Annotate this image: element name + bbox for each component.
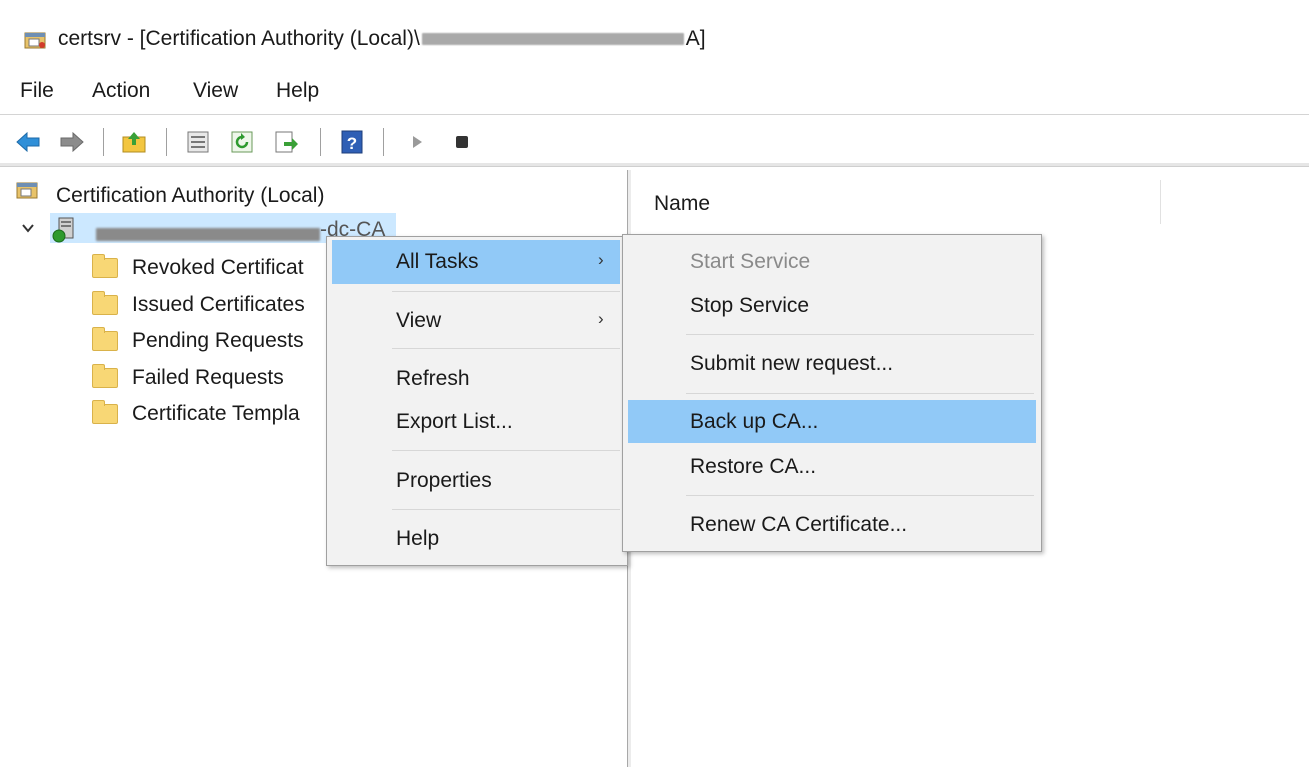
menu-item-help[interactable]: Help	[396, 527, 439, 551]
menu-separator	[686, 334, 1034, 335]
folder-icon	[92, 291, 118, 315]
menu-separator	[392, 348, 620, 349]
list-header	[640, 180, 1309, 226]
tree-root-label[interactable]: Certification Authority (Local)	[56, 184, 324, 208]
context-menu	[326, 236, 628, 566]
chevron-down-icon[interactable]	[20, 220, 36, 236]
window-title-suffix: A]	[685, 27, 706, 50]
toolbar-divider	[0, 163, 1309, 167]
refresh-icon[interactable]	[228, 128, 256, 156]
window-title: certsrv - [Certification Authority (Loca…	[58, 27, 706, 51]
menu-item-refresh[interactable]: Refresh	[396, 367, 470, 391]
redacted-text	[421, 33, 684, 46]
export-list-icon[interactable]	[272, 128, 300, 156]
certsrv-app-icon	[24, 32, 46, 49]
submenu-item-start-service[interactable]: Start Service	[690, 250, 810, 274]
toolbar-separator	[103, 128, 104, 156]
show-hide-tree-icon[interactable]	[184, 128, 212, 156]
forward-arrow-icon[interactable]	[58, 128, 86, 156]
folder-icon	[92, 400, 118, 424]
menu-item-all-tasks[interactable]: All Tasks	[396, 250, 478, 274]
toolbar-separator	[320, 128, 321, 156]
folder-icon	[92, 364, 118, 388]
menu-view[interactable]: View	[193, 79, 238, 103]
tree-item-issued-certificates[interactable]: Issued Certificates	[132, 293, 305, 317]
tree-item-revoked-certificates[interactable]: Revoked Certificat	[132, 256, 304, 280]
column-separator[interactable]	[1160, 180, 1161, 224]
menu-separator	[686, 393, 1034, 394]
ca-server-icon	[52, 217, 74, 243]
up-folder-icon[interactable]	[120, 128, 148, 156]
menu-action[interactable]: Action	[92, 79, 150, 103]
menu-separator	[392, 291, 620, 292]
tree-item-failed-requests[interactable]: Failed Requests	[132, 366, 284, 390]
submenu-arrow-icon: ›	[598, 309, 604, 328]
folder-icon	[92, 254, 118, 278]
menu-file[interactable]: File	[20, 79, 54, 103]
toolbar-separator	[166, 128, 167, 156]
column-header-name[interactable]: Name	[654, 192, 710, 216]
start-service-icon[interactable]	[404, 128, 432, 156]
help-icon[interactable]: ?	[338, 128, 366, 156]
certification-authority-icon	[16, 182, 38, 199]
stop-service-icon[interactable]	[448, 128, 476, 156]
redacted-ca-name	[96, 228, 320, 241]
tree-item-pending-requests[interactable]: Pending Requests	[132, 329, 304, 353]
submenu-arrow-icon: ›	[598, 250, 604, 269]
menu-separator	[392, 450, 620, 451]
back-arrow-icon[interactable]	[14, 128, 42, 156]
menu-item-export-list[interactable]: Export List...	[396, 410, 513, 434]
menubar-divider	[0, 114, 1309, 115]
menu-separator	[686, 495, 1034, 496]
menu-item-view[interactable]: View	[396, 309, 441, 333]
tree-item-certificate-templates[interactable]: Certificate Templa	[132, 402, 300, 426]
submenu-item-renew-ca-certificate[interactable]: Renew CA Certificate...	[690, 513, 907, 537]
submenu-item-stop-service[interactable]: Stop Service	[690, 294, 809, 318]
menu-help[interactable]: Help	[276, 79, 319, 103]
submenu-item-back-up-ca[interactable]: Back up CA...	[690, 410, 818, 434]
svg-text:?: ?	[347, 134, 357, 153]
window-title-prefix: certsrv - [Certification Authority (Loca…	[58, 27, 420, 50]
submenu-item-restore-ca[interactable]: Restore CA...	[690, 455, 816, 479]
toolbar-separator	[383, 128, 384, 156]
menu-item-properties[interactable]: Properties	[396, 469, 492, 493]
menu-separator	[392, 509, 620, 510]
submenu-item-submit-new-request[interactable]: Submit new request...	[690, 352, 893, 376]
folder-icon	[92, 327, 118, 351]
